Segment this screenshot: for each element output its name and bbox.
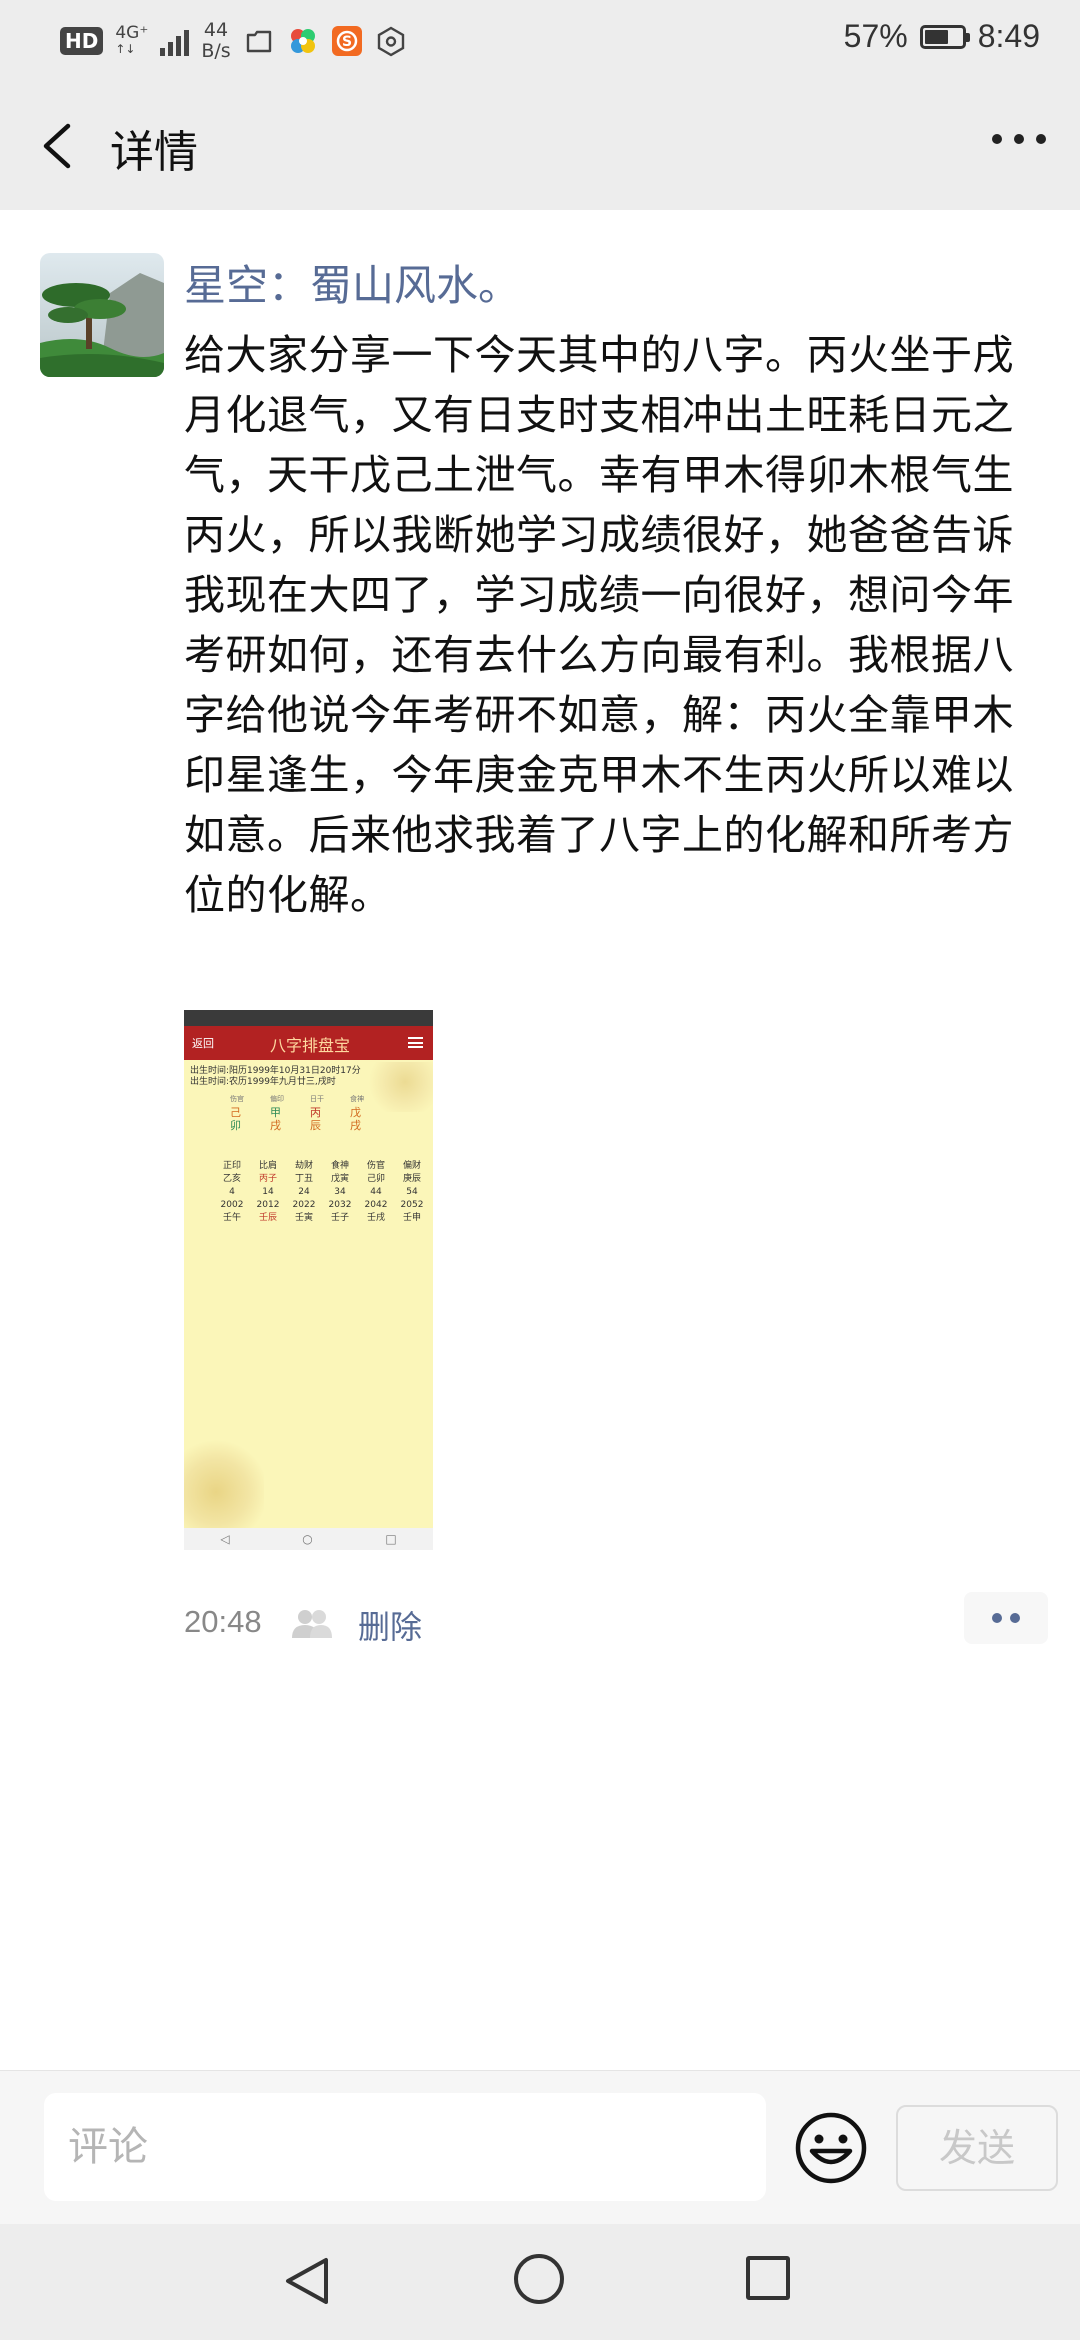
square-recent-icon[interactable] <box>746 2256 790 2300</box>
dayun-pillar: 乙亥 <box>222 1174 241 1184</box>
image-recent-icon: □ <box>385 1532 397 1546</box>
delete-button[interactable]: 删除 <box>358 1602 422 1648</box>
dayun-pillar: 己卯 <box>366 1174 385 1184</box>
network-activity: ↑↓ <box>115 42 136 56</box>
image-status-bar <box>184 1010 433 1026</box>
status-bar: HD 4G⁺ ↑↓ 44 B/s S 57% 8:49 <box>0 0 1080 82</box>
dayun-god: 正印 <box>222 1161 241 1171</box>
post-time: 20:48 <box>184 1604 262 1639</box>
pillar-god: 伤官 <box>230 1095 244 1103</box>
dayun-age: 24 <box>298 1187 310 1197</box>
image-menu-icon <box>408 1037 423 1048</box>
dayun-god: 劫财 <box>294 1161 313 1171</box>
avatar-landscape-image <box>40 253 164 377</box>
svg-text:S: S <box>342 34 352 50</box>
dayun-age: 4 <box>229 1187 235 1197</box>
signal-icon <box>160 26 190 56</box>
page-title: 详情 <box>110 127 198 178</box>
clock: 8:49 <box>977 18 1040 54</box>
comment-input[interactable]: 评论 <box>44 2093 766 2201</box>
pillar-god: 偏印 <box>270 1095 284 1103</box>
system-nav-bar <box>0 2224 1080 2340</box>
image-back-label: 返回 <box>192 1037 214 1050</box>
triangle-back-icon[interactable] <box>282 2256 332 2306</box>
pillar-stem: 甲 <box>270 1106 281 1119</box>
more-dots-icon[interactable] <box>992 134 1046 144</box>
image-nav-bar: ◁ ○ □ <box>184 1528 433 1550</box>
avatar[interactable] <box>40 253 164 377</box>
dayun-pillar: 丙子 <box>258 1174 277 1184</box>
liunian: 壬申 <box>402 1213 421 1223</box>
dayun-year: 2002 <box>220 1200 244 1210</box>
dayun-year: 2012 <box>256 1200 280 1210</box>
s-app-icon: S <box>331 26 362 56</box>
liunian: 壬寅 <box>294 1213 313 1223</box>
image-app-logo: 八字排盘宝 <box>270 1036 351 1055</box>
comment-like-button[interactable] <box>964 1592 1048 1644</box>
network-indicator: 4G⁺ ↑↓ <box>115 25 148 57</box>
speed-value: 44 <box>203 19 229 41</box>
dayun-god: 比肩 <box>258 1161 277 1171</box>
hd-badge: HD <box>60 27 104 55</box>
friends-icon <box>292 1610 332 1638</box>
liunian: 壬辰 <box>258 1213 277 1223</box>
liunian: 壬子 <box>330 1213 349 1223</box>
dayun-age: 14 <box>262 1187 274 1197</box>
post-image[interactable]: 返回 八字排盘宝 出生时间:阳历1999年10月31日20时17分 出生时间:农… <box>184 1010 433 1550</box>
circle-home-icon[interactable] <box>514 2254 564 2304</box>
smiley-icon[interactable] <box>794 2111 868 2185</box>
dayun-age: 34 <box>334 1187 346 1197</box>
network-type: 4G⁺ <box>115 23 149 43</box>
dayun-pillar: 庚辰 <box>402 1174 421 1184</box>
liunian: 壬戌 <box>366 1213 385 1223</box>
chevron-left-icon[interactable] <box>34 118 84 174</box>
pillar-branch: 戌 <box>270 1119 281 1132</box>
hexagon-app-icon <box>377 26 404 57</box>
pillar-stem: 己 <box>230 1106 241 1119</box>
pillar-god: 日干 <box>310 1095 324 1103</box>
nav-bar: 详情 <box>0 82 1080 210</box>
image-back-icon: ◁ <box>220 1532 230 1546</box>
pillar-branch: 卯 <box>230 1119 241 1132</box>
post-username[interactable]: 星空：蜀山风水。 <box>184 252 520 313</box>
battery-icon <box>919 24 970 49</box>
image-home-icon: ○ <box>302 1532 313 1546</box>
dayun-god: 食神 <box>330 1161 349 1171</box>
dragon-decoration-icon <box>363 1062 433 1112</box>
battery-percent: 57% <box>843 18 908 54</box>
dayun-pillar: 戊寅 <box>330 1174 349 1184</box>
post-text: 给大家分享一下今天其中的八字。丙火坐于戌月化退气，又有日支时支相冲出土旺耗日元之… <box>184 331 1014 919</box>
dragon-decoration-icon <box>184 1438 264 1528</box>
dayun-age: 54 <box>406 1187 418 1197</box>
colorful-app-icon <box>290 29 315 53</box>
network-speed: 44 B/s <box>201 20 230 62</box>
dayun-year: 2052 <box>400 1200 424 1210</box>
dayun-year: 2042 <box>364 1200 388 1210</box>
dayun-god: 伤官 <box>366 1161 385 1171</box>
pillar-stem: 丙 <box>310 1106 321 1119</box>
dayun-year: 2022 <box>292 1200 316 1210</box>
dayun-god: 偏财 <box>402 1161 421 1171</box>
comment-bar: 评论 发送 <box>0 2070 1080 2225</box>
dayun-age: 44 <box>370 1187 382 1197</box>
status-left: HD 4G⁺ ↑↓ 44 B/s S <box>60 20 407 62</box>
send-button[interactable]: 发送 <box>896 2105 1058 2191</box>
image-dayun-table: 正印 比肩 劫财 食神 伤官 偏财 乙亥 丙子 丁丑 戊寅 己卯 庚辰 4 14… <box>216 1161 427 1224</box>
status-right: 57% 8:49 <box>844 18 1040 55</box>
liunian: 壬午 <box>222 1213 241 1223</box>
folder-icon <box>246 30 271 53</box>
image-header: 返回 八字排盘宝 <box>184 1026 433 1060</box>
pillar-branch: 辰 <box>310 1119 321 1132</box>
speed-unit: B/s <box>201 40 231 62</box>
dayun-pillar: 丁丑 <box>294 1174 313 1184</box>
pillar-branch: 戌 <box>350 1119 361 1132</box>
dayun-year: 2032 <box>328 1200 352 1210</box>
